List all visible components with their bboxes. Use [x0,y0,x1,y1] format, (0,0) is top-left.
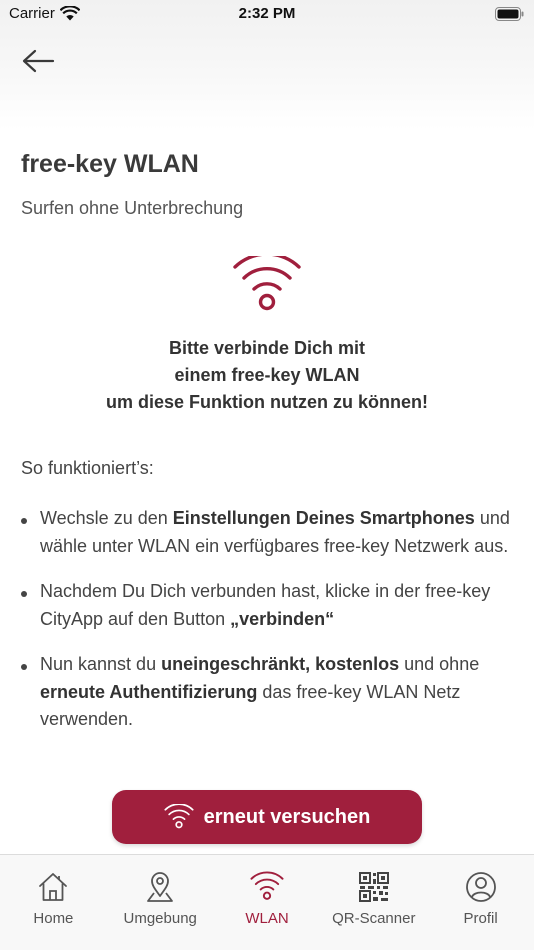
tab-qr-scanner[interactable]: QR-Scanner [320,855,427,950]
step-bold-text: erneute Authentifizierung [40,681,258,702]
tab-bar: Home Umgebung WLAN QR-Scanner Profil [0,854,534,950]
page-subtitle: Surfen ohne Unterbrechung [21,198,244,218]
step-bold-text: uneingeschränkt, kostenlos [161,654,400,674]
home-icon [39,873,68,901]
location-pin-icon [147,872,174,902]
retry-button[interactable]: erneut versuchen [112,790,422,844]
tab-home[interactable]: Home [0,855,107,950]
page-title: free-key WLAN [21,150,199,178]
battery-icon [495,7,524,21]
wifi-icon [164,804,194,829]
list-item: Nun kannst du uneingeschränkt, kostenlos… [21,651,515,734]
tab-wlan[interactable]: WLAN [214,855,321,950]
step-bold-text: „verbinden“ [230,608,335,629]
back-arrow-icon[interactable] [20,46,56,76]
steps-list: Wechsle zu den Einstellungen Deines Smar… [21,505,515,752]
notice-line: Bitte verbinde Dich mit [168,338,366,358]
wifi-icon [233,256,301,311]
status-bar: Carrier 2:32 PM [0,0,534,30]
tab-label: QR-Scanner [332,910,416,927]
notice-line: um diese Funktion nutzen zu können! [106,392,428,412]
step-text: und ohne [399,654,480,674]
tab-label: Umgebung [123,910,197,927]
list-item: Wechsle zu den Einstellungen Deines Smar… [21,505,515,560]
status-time: 2:32 PM [238,5,296,22]
retry-button-label: erneut versuchen [203,805,371,828]
list-item: Nachdem Du Dich verbunden hast, klicke i… [21,578,515,633]
step-text: Nun kannst du [40,654,162,674]
wifi-icon [250,871,284,900]
step-text: Wechsle zu den [40,508,173,528]
notice-line: einem free-key WLAN [174,365,360,385]
tab-label: Profil [463,910,498,927]
tab-umgebung[interactable]: Umgebung [107,855,214,950]
step-bold-text: Einstellungen Deines Smartphones [172,508,475,528]
tab-label: WLAN [245,910,289,927]
connection-notice: Bitte verbinde Dich mit einem free-key W… [0,335,534,416]
qr-code-icon [358,872,389,902]
tab-label: Home [33,910,74,927]
tab-profil[interactable]: Profil [427,855,534,950]
how-it-works-title: So funktioniert’s: [21,458,154,478]
user-icon [465,872,496,902]
